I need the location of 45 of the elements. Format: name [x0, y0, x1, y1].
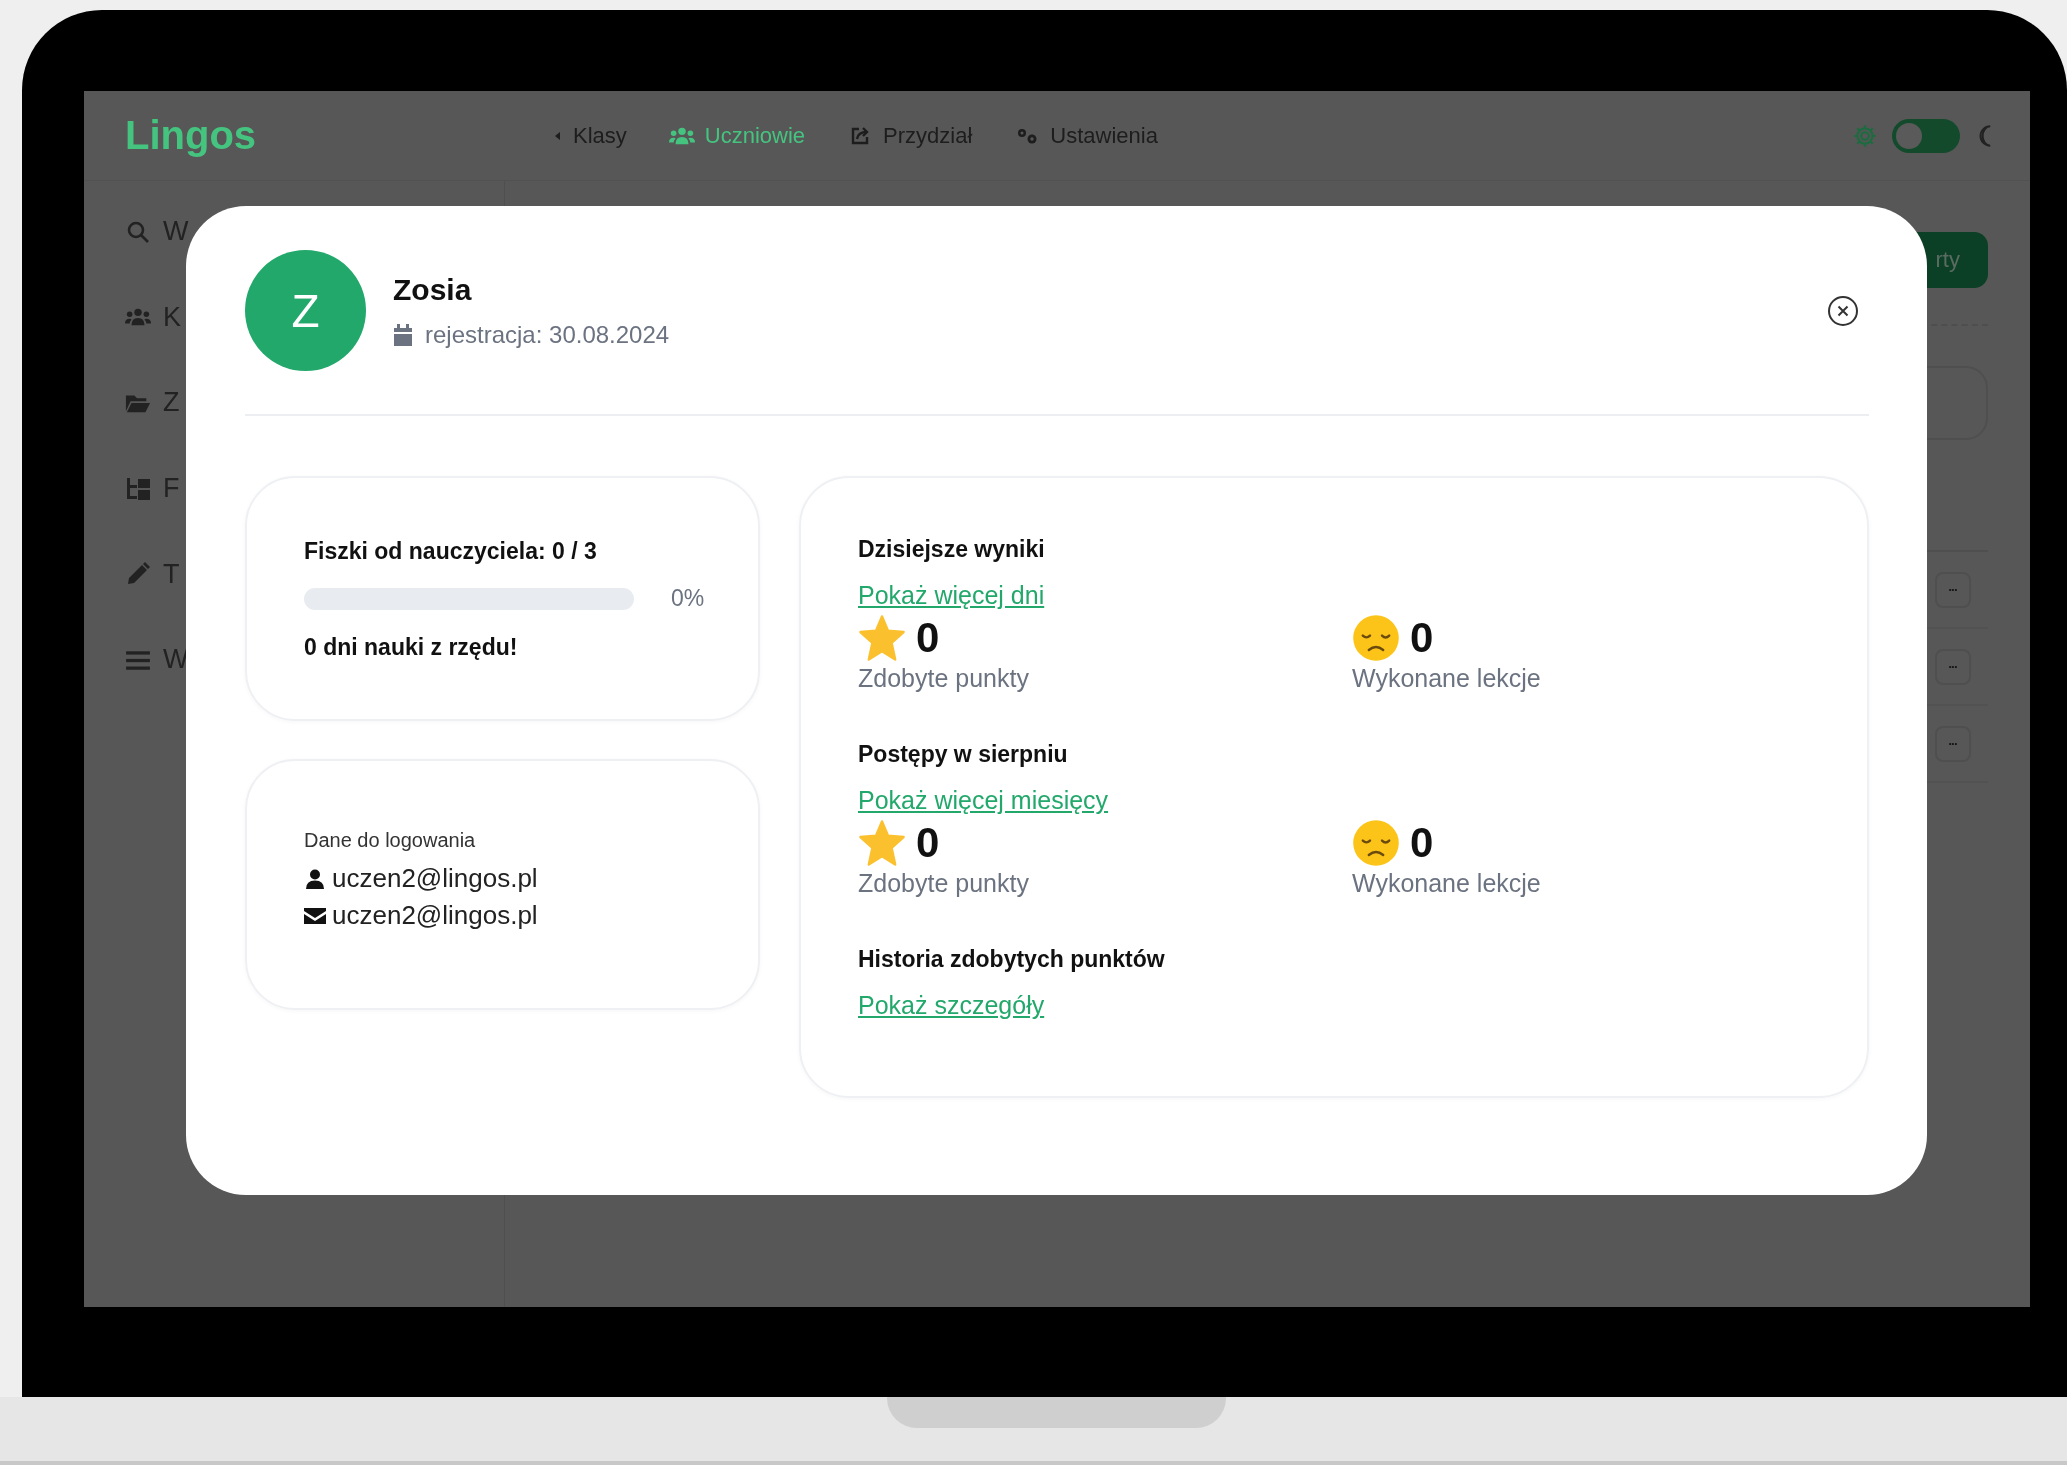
- nav-tab[interactable]: Uczniowie: [668, 122, 806, 149]
- sad-face-icon: [1352, 614, 1400, 662]
- star-icon: [858, 819, 906, 867]
- star-icon: [858, 614, 906, 662]
- flashcards-label: Fiszki od nauczyciela: 0 / 3: [304, 538, 598, 565]
- user-icon: [304, 868, 326, 889]
- show-more-link[interactable]: Pokaż więcej dni: [858, 581, 1045, 610]
- nav-tab[interactable]: Ustawienia: [1014, 122, 1158, 149]
- section-title: Dzisiejsze wyniki: [858, 536, 1045, 563]
- stat-label: Zdobyte punkty: [858, 869, 1030, 898]
- stat-value: 0: [1410, 819, 1434, 867]
- calendar-icon: [393, 323, 413, 346]
- search-icon[interactable]: [125, 219, 151, 244]
- users-icon: [668, 125, 695, 146]
- login-title: Dane do logowania: [304, 829, 477, 852]
- folder-tree-icon[interactable]: [125, 476, 151, 501]
- nav-tab[interactable]: Klasy: [553, 122, 627, 149]
- sad-face-icon: [1352, 819, 1400, 867]
- avatar: Z: [245, 250, 366, 371]
- theme-toggle[interactable]: [1892, 118, 1960, 153]
- streak-text: 0 dni nauki z rzędu!: [304, 634, 519, 661]
- show-more-link[interactable]: Pokaż więcej miesięcy: [858, 786, 1109, 815]
- more-button[interactable]: •••: [1935, 648, 1971, 685]
- stat-label: Zdobyte punkty: [858, 664, 1030, 693]
- pencil-icon[interactable]: [125, 562, 151, 587]
- more-button[interactable]: •••: [1935, 571, 1971, 608]
- app-logo[interactable]: Lingos: [125, 113, 257, 157]
- show-more-link[interactable]: Pokaż szczegóły: [858, 991, 1045, 1020]
- stat-label: Wykonane lekcje: [1352, 664, 1542, 693]
- progress-percent: 0%: [671, 585, 705, 612]
- stat-value: 0: [916, 819, 940, 867]
- nav-tab[interactable]: Przydział: [847, 122, 973, 149]
- envelope-icon: [304, 905, 326, 926]
- stat-value: 0: [916, 614, 940, 662]
- section-title: Historia zdobytych punktów: [858, 946, 1165, 973]
- stat-value: 0: [1410, 614, 1434, 662]
- stat-label: Wykonane lekcje: [1352, 869, 1542, 898]
- registration-date: rejestracja: 30.08.2024: [425, 320, 670, 349]
- more-button[interactable]: •••: [1935, 725, 1971, 762]
- caret-left-icon: [553, 129, 563, 142]
- username: uczen2@lingos.pl: [332, 863, 538, 894]
- email: uczen2@lingos.pl: [332, 900, 538, 931]
- section-title: Postępy w sierpniu: [858, 741, 1068, 768]
- student-name: Zosia: [393, 272, 473, 307]
- close-icon[interactable]: [1827, 294, 1859, 327]
